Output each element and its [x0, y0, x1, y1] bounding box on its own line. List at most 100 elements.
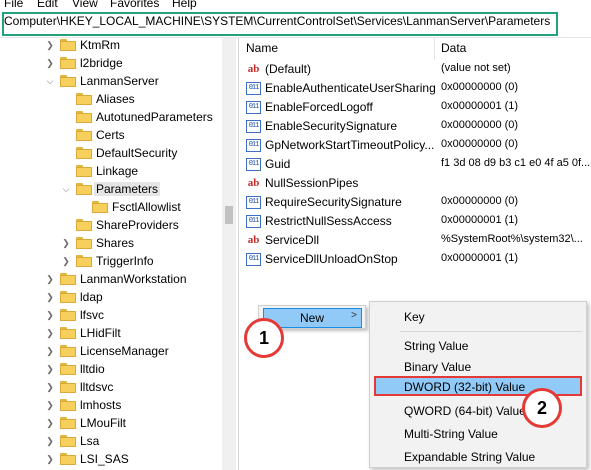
tree-item-label: lltdio — [80, 362, 105, 376]
chevron-right-icon[interactable]: ❯ — [44, 378, 56, 396]
value-name: EnableAuthenticateUserSharing — [265, 81, 436, 95]
submenu-item-key[interactable]: Key — [374, 307, 582, 327]
step-badge-two: 2 — [522, 388, 562, 428]
value-row[interactable]: 011 Guid f1 3d 08 d9 b3 c1 e0 4f a5 0f..… — [240, 155, 591, 174]
folder-icon — [60, 381, 76, 393]
chevron-right-icon: > — [351, 310, 357, 321]
folder-icon — [76, 255, 92, 267]
tree-item-label: TriggerInfo — [96, 254, 154, 268]
folder-icon — [76, 111, 92, 123]
value-name: RestrictNullSessAccess — [265, 214, 392, 228]
folder-icon — [60, 309, 76, 321]
scrollbar-thumb[interactable] — [225, 206, 233, 224]
value-data: %SystemRoot%\system32\... — [441, 233, 583, 245]
tree-item-label: Shares — [96, 236, 135, 250]
string-value-icon: ab — [247, 177, 260, 189]
tree-item-label: Linkage — [96, 164, 139, 178]
menu-favorites[interactable]: Favorites — [110, 0, 159, 10]
folder-icon — [60, 363, 76, 375]
column-header-name[interactable]: Name — [246, 41, 278, 55]
chevron-right-icon[interactable]: ❯ — [44, 342, 56, 360]
submenu-item-label: Multi-String Value — [404, 427, 498, 441]
value-row[interactable]: 011 EnableForcedLogoff 0x00000001 (1) — [240, 98, 591, 117]
chevron-right-icon[interactable]: ❯ — [44, 360, 56, 378]
value-row[interactable]: 011 ServiceDllUnloadOnStop 0x00000001 (1… — [240, 250, 591, 269]
chevron-right-icon[interactable]: ❯ — [60, 252, 72, 270]
binary-value-icon: 011 — [246, 139, 261, 152]
value-data: (value not set) — [441, 62, 511, 74]
value-data: 0x00000000 (0) — [441, 195, 519, 207]
chevron-right-icon[interactable]: ❯ — [44, 288, 56, 306]
menu-help[interactable]: Help — [172, 0, 197, 10]
registry-tree[interactable]: ❯ KtmRm ❯ l2bridge ⌵ LanmanServer Aliase… — [0, 38, 236, 470]
tree-item-label: LMouFilt — [80, 416, 127, 430]
submenu-item-string-value[interactable]: String Value — [374, 336, 582, 356]
column-header-data[interactable]: Data — [441, 41, 466, 55]
tree-item-label: DefaultSecurity — [96, 146, 178, 160]
menu-view[interactable]: View — [72, 0, 98, 10]
value-row[interactable]: 011 RequireSecuritySignature 0x00000000 … — [240, 193, 591, 212]
menu-separator — [400, 331, 582, 332]
submenu-item-expandable-string-value[interactable]: Expandable String Value — [374, 447, 582, 467]
menu-edit[interactable]: Edit — [37, 0, 58, 10]
address-bar[interactable]: Computer\HKEY_LOCAL_MACHINE\SYSTEM\Curre… — [0, 10, 591, 38]
value-row[interactable]: ab (Default) (value not set) — [240, 60, 591, 79]
submenu-item-label: Binary Value — [404, 360, 472, 374]
tree-item-label: l2bridge — [80, 56, 123, 70]
value-name: EnableSecuritySignature — [265, 119, 398, 133]
binary-value-icon: 011 — [246, 101, 261, 114]
tree-item-label: KtmRm — [80, 38, 120, 52]
menu-file[interactable]: File — [4, 0, 23, 10]
tree-item-label: FsctlAllowlist — [112, 200, 181, 214]
folder-icon — [60, 273, 76, 285]
submenu-item-binary-value[interactable]: Binary Value — [374, 357, 582, 377]
value-row[interactable]: 011 GpNetworkStartTimeoutPolicy... 0x000… — [240, 136, 591, 155]
chevron-right-icon[interactable]: ❯ — [44, 306, 56, 324]
address-path[interactable]: Computer\HKEY_LOCAL_MACHINE\SYSTEM\Curre… — [4, 14, 550, 29]
value-data: 0x00000001 (1) — [441, 214, 519, 226]
binary-value-icon: 011 — [246, 158, 261, 171]
folder-icon — [76, 93, 92, 105]
column-separator[interactable] — [434, 38, 435, 60]
tree-item-label: lfsvc — [80, 308, 104, 322]
pane-splitter[interactable] — [238, 38, 239, 470]
tree-item-label: LSI_SAS — [80, 452, 129, 466]
tree-item-label: Aliases — [96, 92, 135, 106]
chevron-right-icon[interactable]: ❯ — [44, 38, 56, 54]
chevron-right-icon[interactable]: ❯ — [44, 450, 56, 468]
submenu-item-label: Key — [404, 310, 425, 324]
chevron-right-icon[interactable]: ❯ — [44, 54, 56, 72]
value-name: RequireSecuritySignature — [265, 195, 402, 209]
value-row[interactable]: 011 EnableAuthenticateUserSharing 0x0000… — [240, 79, 591, 98]
chevron-down-icon[interactable]: ⌵ — [60, 180, 72, 198]
value-row[interactable]: ab ServiceDll %SystemRoot%\system32\... — [240, 231, 591, 250]
binary-value-icon: 011 — [246, 196, 261, 209]
submenu-item-label: Expandable String Value — [404, 450, 536, 464]
value-row[interactable]: 011 RestrictNullSessAccess 0x00000001 (1… — [240, 212, 591, 231]
folder-icon — [76, 183, 92, 195]
value-data: f1 3d 08 d9 b3 c1 e0 4f a5 0f... — [441, 157, 591, 169]
folder-icon — [60, 39, 76, 51]
chevron-right-icon[interactable]: ❯ — [60, 234, 72, 252]
submenu-item-multi-string-value[interactable]: Multi-String Value — [374, 424, 582, 444]
chevron-right-icon[interactable]: ❯ — [44, 324, 56, 342]
chevron-right-icon[interactable]: ❯ — [44, 396, 56, 414]
value-data: 0x00000001 (1) — [441, 252, 519, 264]
folder-icon — [76, 237, 92, 249]
chevron-right-icon[interactable]: ❯ — [44, 414, 56, 432]
chevron-right-icon[interactable]: ❯ — [44, 270, 56, 288]
submenu-item-label: QWORD (64-bit) Value — [404, 404, 526, 418]
value-row[interactable]: ab NullSessionPipes — [240, 174, 591, 193]
new-submenu: Key String Value Binary Value DWORD (32-… — [369, 301, 587, 468]
string-value-icon: ab — [247, 234, 260, 246]
value-name: EnableForcedLogoff — [265, 100, 373, 114]
tree-item-label: Lsa — [80, 434, 100, 448]
chevron-right-icon[interactable]: ❯ — [44, 432, 56, 450]
chevron-down-icon[interactable]: ⌵ — [44, 72, 56, 90]
binary-value-icon: 011 — [246, 82, 261, 95]
folder-icon — [76, 219, 92, 231]
tree-item-label: AutotunedParameters — [96, 110, 213, 124]
tree-scrollbar[interactable] — [222, 38, 236, 470]
folder-icon — [60, 453, 76, 465]
value-row[interactable]: 011 EnableSecuritySignature 0x00000000 (… — [240, 117, 591, 136]
